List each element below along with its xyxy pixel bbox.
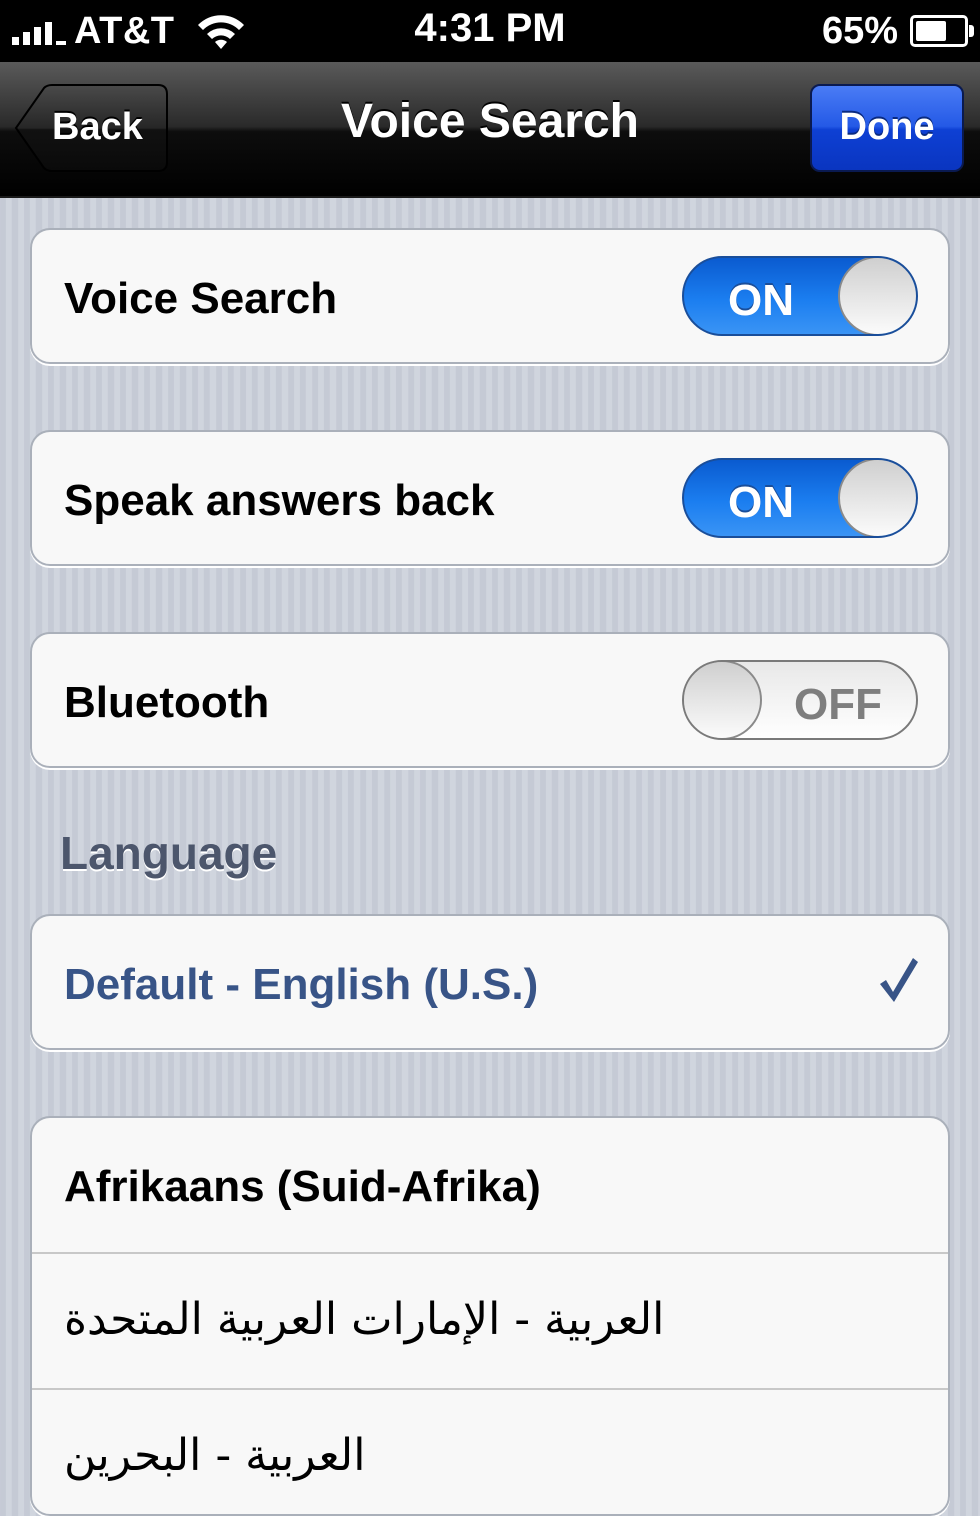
- language-section-header: Language: [60, 827, 278, 879]
- navigation-bar: Back Voice Search Done: [0, 62, 980, 198]
- toggle-state-text: OFF: [794, 680, 882, 729]
- speak-answers-toggle[interactable]: ON: [682, 458, 918, 538]
- battery-percent: 65%: [821, 9, 898, 52]
- battery-icon: [910, 15, 974, 47]
- status-right: 65%: [821, 8, 974, 54]
- checkmark-icon: [880, 958, 918, 1002]
- language-row-arabic-bahrain[interactable]: العربية - البحرين: [32, 1388, 948, 1514]
- language-label: العربية - الإمارات العربية المتحدة: [64, 1294, 665, 1345]
- bluetooth-label: Bluetooth: [64, 678, 270, 727]
- status-bar: AT&T 4:31 PM 65%: [0, 0, 980, 62]
- language-row-default[interactable]: Default - English (U.S.): [32, 916, 948, 1048]
- speak-answers-label: Speak answers back: [64, 476, 495, 525]
- voice-search-toggle[interactable]: ON: [682, 256, 918, 336]
- language-label: Afrikaans (Suid-Afrika): [64, 1162, 541, 1211]
- bluetooth-group: Bluetooth OFF: [30, 632, 950, 768]
- toggle-knob: [838, 258, 916, 334]
- toggle-knob: [838, 460, 916, 536]
- speak-answers-group: Speak answers back ON: [30, 430, 950, 566]
- voice-search-group: Voice Search ON: [30, 228, 950, 364]
- bluetooth-toggle[interactable]: OFF: [682, 660, 918, 740]
- speak-answers-row: Speak answers back ON: [32, 432, 948, 564]
- bluetooth-row: Bluetooth OFF: [32, 634, 948, 766]
- voice-search-row: Voice Search ON: [32, 230, 948, 362]
- toggle-state-text: ON: [728, 478, 794, 527]
- battery-fill: [916, 21, 946, 41]
- toggle-state-text: ON: [728, 276, 794, 325]
- language-label: Default - English (U.S.): [64, 960, 539, 1009]
- toggle-knob: [684, 662, 762, 738]
- voice-search-label: Voice Search: [64, 274, 338, 323]
- default-language-group: Default - English (U.S.): [30, 914, 950, 1050]
- done-button[interactable]: Done: [810, 84, 964, 172]
- language-row-arabic-uae[interactable]: العربية - الإمارات العربية المتحدة: [32, 1252, 948, 1388]
- language-label: العربية - البحرين: [64, 1430, 366, 1481]
- language-row-afrikaans[interactable]: Afrikaans (Suid-Afrika): [32, 1118, 948, 1252]
- language-list-group: Afrikaans (Suid-Afrika) العربية - الإمار…: [30, 1116, 950, 1516]
